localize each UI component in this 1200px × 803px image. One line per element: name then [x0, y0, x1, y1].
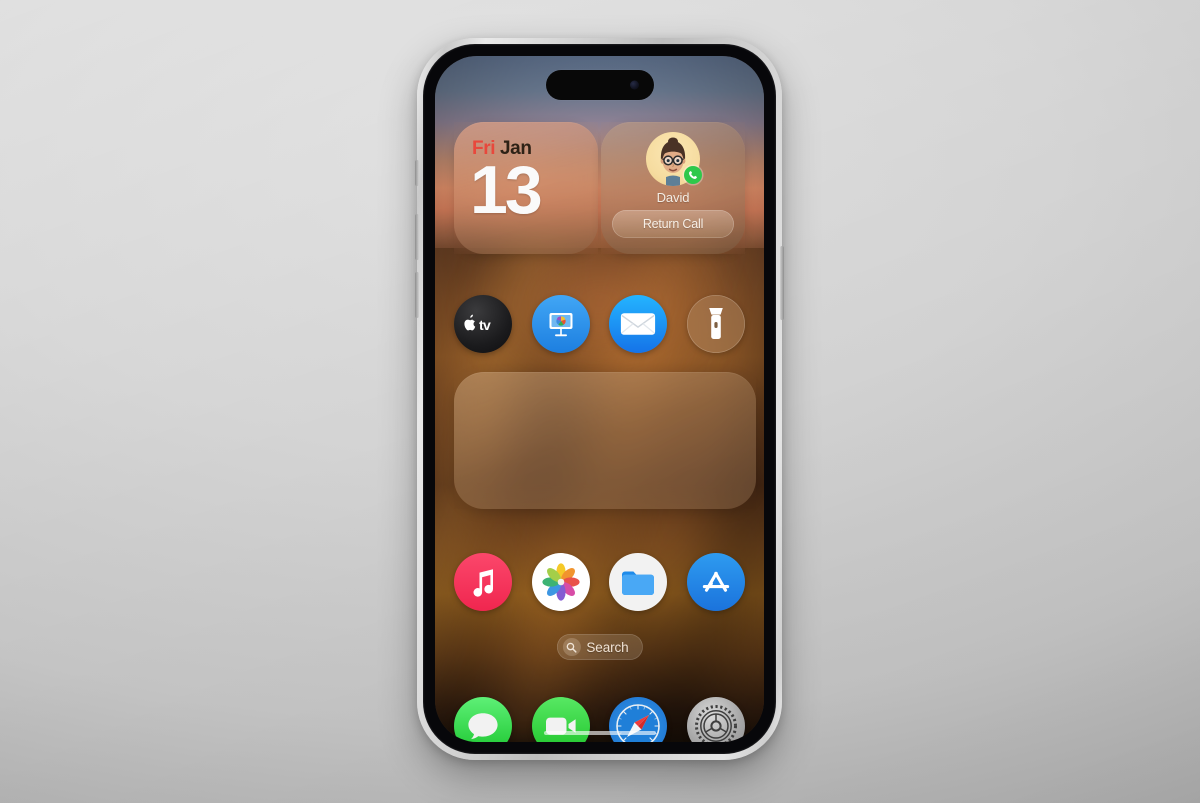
settings-gear-icon [694, 705, 737, 742]
flashlight-icon [709, 308, 723, 339]
calendar-widget[interactable]: Fri Jan 13 [454, 122, 598, 254]
dynamic-island[interactable] [545, 70, 654, 100]
volume-down-button[interactable] [415, 272, 419, 318]
home-indicator[interactable] [543, 731, 656, 735]
phone-call-badge [684, 166, 702, 184]
app-icon-safari[interactable] [609, 697, 668, 742]
iphone-screen: Fri Jan 13 David Return Call tv Search [435, 56, 764, 742]
photos-pinwheel-icon [542, 563, 580, 601]
safari-compass-icon [616, 704, 661, 742]
app-icon-keynote[interactable] [531, 295, 590, 353]
search-label: Search [586, 639, 629, 655]
keynote-icon [549, 313, 573, 337]
app-icon-files[interactable] [609, 553, 668, 611]
search-icon-circle [562, 638, 581, 656]
search-button[interactable]: Search [556, 634, 643, 660]
messages-bubble-icon [468, 713, 498, 740]
widget-row-top: Fri Jan 13 David Return Call [454, 122, 745, 254]
front-camera-icon [629, 80, 639, 90]
phone-icon [689, 171, 697, 179]
volume-up-button[interactable] [415, 214, 419, 260]
contact-name: David [656, 190, 690, 205]
calendar-widget-content: Fri Jan 13 [454, 122, 598, 254]
calendar-day-number: 13 [470, 152, 543, 228]
svg-text:tv: tv [479, 317, 491, 333]
iphone-device-frame: Fri Jan 13 David Return Call tv Search [415, 38, 784, 760]
app-store-icon [702, 571, 730, 592]
power-button[interactable] [780, 246, 784, 320]
app-icon-facetime[interactable] [531, 697, 590, 742]
app-icon-photos[interactable] [531, 553, 590, 611]
dock [454, 697, 745, 742]
folder-icon [622, 571, 655, 595]
device-bezel: Fri Jan 13 David Return Call tv Search [423, 44, 776, 754]
app-icon-flashlight[interactable] [686, 295, 745, 353]
app-icon-settings[interactable] [686, 697, 745, 742]
app-icon-apple-tv[interactable]: tv [454, 295, 512, 353]
app-icon-app-store[interactable] [686, 553, 745, 611]
return-call-button[interactable]: Return Call [612, 210, 734, 238]
app-row-1: tv [454, 295, 745, 353]
action-button[interactable] [415, 160, 419, 186]
home-screen: Fri Jan 13 David Return Call tv Search [435, 56, 764, 742]
app-row-2 [454, 553, 745, 611]
mail-envelope-icon [621, 313, 656, 335]
app-icon-music[interactable] [454, 553, 512, 611]
avatar [646, 132, 702, 186]
app-icon-messages[interactable] [454, 697, 512, 742]
widget-glass-layer [454, 372, 756, 509]
apple-tv-icon: tv [464, 314, 492, 333]
contact-widget-content: David Return Call [601, 122, 745, 254]
contact-widget[interactable]: David Return Call [601, 122, 745, 254]
magnifier-icon [566, 642, 577, 653]
empty-widget-placeholder[interactable] [454, 372, 756, 509]
app-icon-mail[interactable] [609, 295, 668, 353]
music-note-icon [473, 569, 494, 597]
